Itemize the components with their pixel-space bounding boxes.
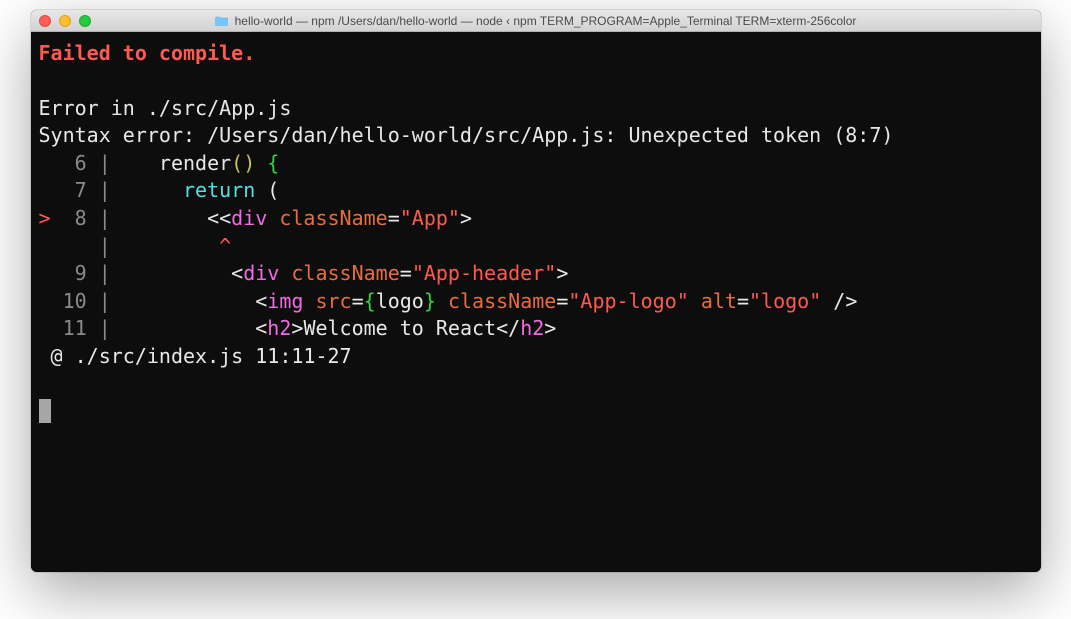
code-7-post: (: [255, 178, 279, 202]
gutter-7: 7 |: [39, 178, 123, 202]
code-10-val3: "logo": [749, 289, 821, 313]
code-10-attr2: className: [448, 289, 556, 313]
code-9-attr: className: [291, 261, 399, 285]
code-6-paren-open: (: [231, 151, 243, 175]
code-7-return: return: [183, 178, 255, 202]
code-11-gt2: >: [544, 316, 556, 340]
window-title: hello-world — npm /Users/dan/hello-world…: [31, 14, 1041, 28]
terminal-output[interactable]: Failed to compile. Error in ./src/App.js…: [31, 32, 1041, 572]
gutter-10: 10 |: [39, 289, 123, 313]
blank-line-2: [39, 371, 1033, 398]
code-6-brace: {: [255, 151, 279, 175]
code-9-pre: <: [123, 261, 243, 285]
code-10-sp2: [436, 289, 448, 313]
syntax-error-line: Syntax error: /Users/dan/hello-world/src…: [39, 123, 894, 147]
caret-pointer: ^: [219, 234, 231, 258]
code-9-sp: [279, 261, 291, 285]
minimize-icon[interactable]: [59, 15, 71, 27]
code-7-pre: [123, 178, 183, 202]
code-10-tag: img: [267, 289, 303, 313]
code-10-pre: <: [123, 289, 268, 313]
traffic-lights: [39, 15, 91, 27]
code-10-eq1: =: [352, 289, 364, 313]
code-10-logo: logo: [376, 289, 424, 313]
code-10-brace-close: }: [424, 289, 436, 313]
code-10-eq2: =: [556, 289, 568, 313]
code-11-tagc: h2: [520, 316, 544, 340]
code-10-attr3: alt: [701, 289, 737, 313]
code-11-lt: </: [496, 316, 520, 340]
code-10-eq3: =: [737, 289, 749, 313]
code-10-brace-open: {: [364, 289, 376, 313]
code-8-tag: div: [231, 206, 267, 230]
code-6-paren-close: ): [243, 151, 255, 175]
code-11-pre: <: [123, 316, 268, 340]
close-icon[interactable]: [39, 15, 51, 27]
gutter-8: 8 |: [51, 206, 123, 230]
code-6-pre: render: [123, 151, 231, 175]
code-10-sp3: [689, 289, 701, 313]
code-8-gt: >: [460, 206, 472, 230]
titlebar[interactable]: hello-world — npm /Users/dan/hello-world…: [31, 10, 1041, 32]
cursor: [39, 399, 51, 423]
blank-line: [39, 68, 1033, 95]
gutter-11: 11 |: [39, 316, 123, 340]
caret-spaces: [123, 234, 219, 258]
code-8-pre: <<: [123, 206, 231, 230]
code-9-val: "App-header": [412, 261, 557, 285]
window-title-text: hello-world — npm /Users/dan/hello-world…: [235, 14, 857, 28]
gutter-6: 6 |: [39, 151, 123, 175]
code-9-eq: =: [400, 261, 412, 285]
error-footer: @ ./src/index.js 11:11-27: [39, 344, 352, 368]
terminal-window: hello-world — npm /Users/dan/hello-world…: [31, 10, 1041, 572]
code-8-attr: className: [279, 206, 387, 230]
code-8-sp: [267, 206, 279, 230]
gutter-9: 9 |: [39, 261, 123, 285]
code-10-close: />: [821, 289, 857, 313]
compile-fail-header: Failed to compile.: [39, 41, 256, 65]
code-11-tag: h2: [267, 316, 291, 340]
code-10-attr1: src: [315, 289, 351, 313]
maximize-icon[interactable]: [79, 15, 91, 27]
code-8-val: "App": [400, 206, 460, 230]
code-11-gt: >: [291, 316, 303, 340]
code-9-tag: div: [243, 261, 279, 285]
code-9-gt: >: [556, 261, 568, 285]
code-10-val2: "App-logo": [568, 289, 688, 313]
code-8-eq: =: [388, 206, 400, 230]
code-10-sp: [303, 289, 315, 313]
folder-icon: [215, 15, 229, 26]
code-11-text: Welcome to React: [303, 316, 496, 340]
gutter-caret: |: [39, 234, 123, 258]
error-marker: >: [39, 206, 51, 230]
error-in-line: Error in ./src/App.js: [39, 96, 292, 120]
